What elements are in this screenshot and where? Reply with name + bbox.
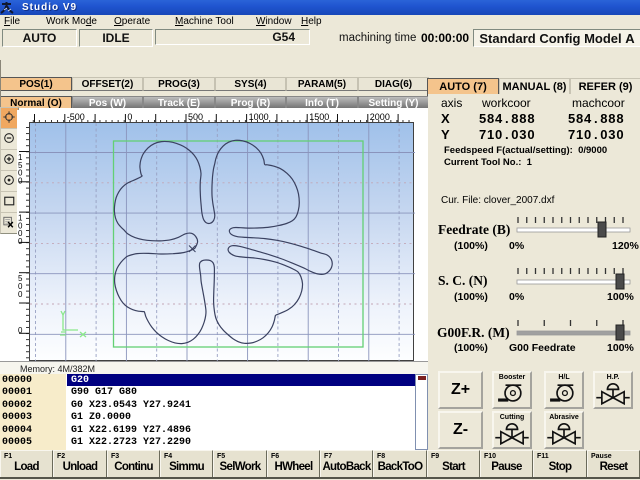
svg-text:0: 0 bbox=[18, 290, 23, 299]
svg-text:0: 0 bbox=[18, 176, 23, 185]
svg-text:0: 0 bbox=[18, 237, 23, 246]
svg-text:1000: 1000 bbox=[249, 112, 269, 122]
svg-text:0: 0 bbox=[18, 326, 23, 335]
svg-text:0: 0 bbox=[127, 112, 132, 122]
svg-text:2000: 2000 bbox=[370, 112, 390, 122]
svg-text:500: 500 bbox=[188, 112, 203, 122]
svg-text:-500: -500 bbox=[67, 112, 85, 122]
svg-text:1500: 1500 bbox=[309, 112, 329, 122]
